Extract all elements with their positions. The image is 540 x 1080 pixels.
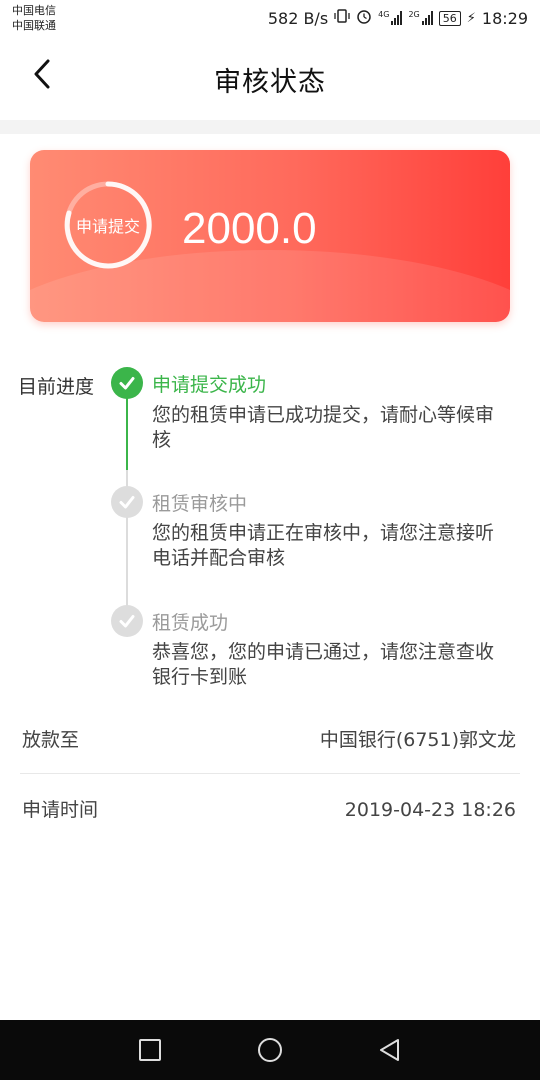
amount-card: 申请提交 2000.0 [30,150,510,322]
loan-to-row: 放款至 中国银行(6751)郭文龙 [20,705,520,775]
loan-to-label: 放款至 [22,729,80,751]
network-type-1: 4G [378,10,390,19]
info-divider [20,773,520,774]
home-button[interactable] [255,1035,285,1065]
step-2-desc: 您的租赁申请正在审核中，请您注意接听 电话并配合审核 [152,521,532,571]
step-3-desc-line-1: 恭喜您，您的申请已通过，请您注意查收 [152,641,495,663]
carrier-1: 中国电信 [12,4,56,17]
alarm-icon [356,8,372,28]
carrier-2: 中国联通 [12,19,56,32]
timeline-line-done [126,396,128,470]
ring-label: 申请提交 [75,217,140,236]
signal-bars-1-icon [391,11,403,25]
clock: 18:29 [481,8,528,28]
step-2-desc-line-2: 电话并配合审核 [152,547,286,569]
square-icon [139,1039,161,1061]
header: 审核状态 [0,38,540,120]
circle-icon [258,1038,282,1062]
signal-1: 4G [378,10,403,25]
progress-label: 目前进度 [18,376,95,398]
header-divider [0,120,540,134]
step-3-desc: 恭喜您，您的申请已通过，请您注意查收 银行卡到账 [152,640,532,690]
back-nav-button[interactable] [375,1035,405,1065]
network-type-2: 2G [408,10,420,19]
net-speed: 582 B/s [267,8,329,28]
apply-time-label: 申请时间 [22,799,99,821]
step-1-check-icon [111,367,143,399]
status-right: 582 B/s 4G 2G 56 ⚡ 18:29 [268,8,528,28]
step-3-title: 租赁成功 [152,612,229,634]
carrier-info: 中国电信 中国联通 [12,3,56,33]
vibrate-icon [334,8,350,28]
loan-to-value: 中国银行(6751)郭文龙 [319,729,516,751]
step-1-title: 申请提交成功 [152,374,267,396]
step-3-check-icon [111,605,143,637]
page-title: 审核状态 [214,67,326,98]
step-1-desc-line-2: 核 [152,429,172,451]
triangle-back-icon [380,1039,399,1061]
system-nav-bar [0,1020,540,1080]
charging-icon: ⚡ [466,10,476,26]
step-2-title: 租赁审核中 [152,493,248,515]
step-1-desc-line-1: 您的租赁申请已成功提交，请耐心等候审 [152,404,495,426]
step-1-desc: 您的租赁申请已成功提交，请耐心等候审 核 [152,403,532,453]
recent-apps-button[interactable] [135,1035,165,1065]
step-2-check-icon [111,486,143,518]
amount-value: 2000.0 [182,204,317,253]
step-3-desc-line-2: 银行卡到账 [152,666,248,688]
status-bar: 中国电信 中国联通 582 B/s 4G 2G 56 ⚡ 18:29 [0,0,540,38]
signal-2: 2G [408,10,433,25]
battery-level: 56 [438,10,461,26]
step-2-desc-line-1: 您的租赁申请正在审核中，请您注意接听 [152,522,495,544]
apply-time-value: 2019-04-23 18:26 [344,799,516,821]
apply-time-row: 申请时间 2019-04-23 18:26 [20,775,520,845]
signal-bars-2-icon [421,11,433,25]
